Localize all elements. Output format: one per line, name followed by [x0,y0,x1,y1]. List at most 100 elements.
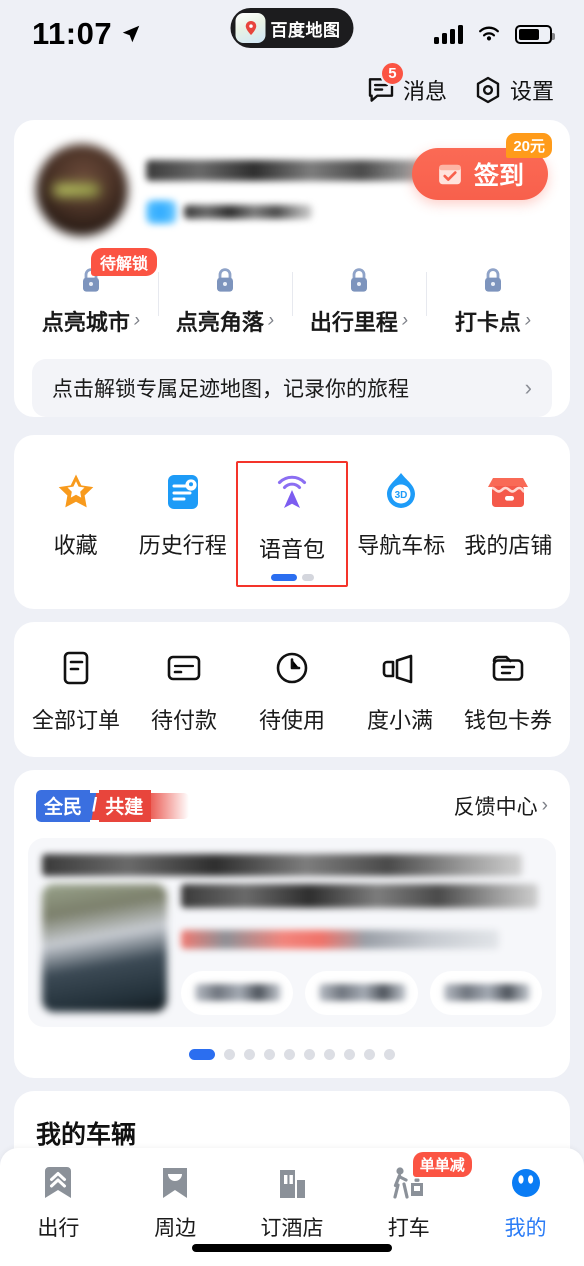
stat-label: 打卡点 › [455,305,531,337]
chevron-right-icon: › [267,310,275,331]
orders-card: 全部订单 待付款 待使用 度小满 钱包卡券 [14,622,570,757]
promo-subtitle-redacted [181,930,499,949]
profile-card: 签到 20元 待解锁 点亮城市 › 点亮角落 › 出行里程 › 打卡点 › 点击… [14,120,570,417]
hotel-icon [270,1162,314,1206]
signin-label: 签到 [473,162,524,190]
promo-pill[interactable] [429,971,542,1015]
shop-icon [485,469,531,515]
promo-headline-redacted [42,854,522,876]
tab-label: 我的 [504,1217,547,1240]
order-label: 待付款 [150,708,217,733]
travel-icon [36,1162,80,1206]
user-name-redacted [146,160,446,181]
battery-icon [515,24,555,44]
promo-header: 全民 / 共建 反馈中心 › [14,770,570,826]
dynamic-island[interactable]: 百度地图 [230,8,354,48]
gear-icon [476,76,500,104]
baidu-map-app-icon [235,13,266,43]
promo-thumbnail [42,884,167,1012]
tab-label: 打车 [387,1217,430,1240]
settings-button[interactable]: 设置 [473,74,554,106]
nearby-icon [153,1162,197,1206]
tab-hotel[interactable]: 订酒店 [234,1162,351,1242]
stat-item-checkin-points[interactable]: 打卡点 › [426,266,560,337]
order-label: 度小满 [366,708,433,733]
carousel-dots[interactable] [14,1033,570,1078]
feature-label: 我的店铺 [464,533,553,558]
promo-text-block [181,884,542,1015]
dynamic-island-label: 百度地图 [270,20,341,40]
order-label: 待使用 [258,708,325,733]
tab-taxi-badge: 单单减 [412,1152,472,1177]
order-item-unused[interactable]: 待使用 [238,646,346,735]
promo-tag: 全民 / 共建 [36,790,190,822]
feature-card: 收藏 历史行程 语音包 3D 导航车标 我的店铺 [14,435,570,609]
feature-item-history-route[interactable]: 历史行程 [129,461,236,587]
stat-label: 点亮角落 › [176,305,274,337]
promo-title-redacted [181,884,539,908]
svg-text:3D: 3D [395,490,408,501]
order-item-unpaid[interactable]: 待付款 [130,646,238,735]
promo-pill[interactable] [305,971,418,1015]
stat-item-light-corner[interactable]: 点亮角落 › [158,266,292,337]
stat-item-mileage[interactable]: 出行里程 › [292,266,426,337]
profile-face-icon [504,1162,548,1206]
promo-pill[interactable] [181,971,294,1015]
profile-subtitle-row [146,200,548,224]
stat-item-light-city[interactable]: 待解锁 点亮城市 › [24,248,158,337]
tab-label: 订酒店 [260,1217,324,1240]
footprint-map-banner[interactable]: 点击解锁专属足迹地图，记录你的旅程 › [32,359,552,417]
order-item-wallet[interactable]: 钱包卡券 [454,646,562,735]
order-item-all[interactable]: 全部订单 [22,646,130,735]
3d-car-marker-icon: 3D [378,469,424,515]
promo-body[interactable] [28,838,556,1027]
chevron-right-icon: › [133,310,141,331]
promo-card: 全民 / 共建 反馈中心 › [14,770,570,1078]
feature-mini-dots [270,574,314,581]
chevron-right-icon: › [524,375,532,400]
tab-profile[interactable]: 我的 [467,1162,584,1242]
feature-label: 导航车标 [357,533,446,558]
messages-button[interactable]: 消息 5 [366,61,447,106]
tab-taxi[interactable]: 单单减 打车 [350,1152,472,1242]
stat-text: 打卡点 [454,310,521,335]
feature-label: 历史行程 [138,533,227,558]
location-arrow-icon [122,25,140,43]
wallet-coupon-icon [486,646,530,690]
wifi-icon [479,26,499,41]
tab-nearby[interactable]: 周边 [117,1162,234,1242]
signin-reward-badge: 20元 [506,133,552,158]
tab-travel[interactable]: 出行 [0,1162,117,1242]
feedback-center-label: 反馈中心 [453,796,538,819]
feature-grid: 收藏 历史行程 语音包 3D 导航车标 我的店铺 [14,435,570,609]
orders-grid: 全部订单 待付款 待使用 度小满 钱包卡券 [14,622,570,757]
lock-icon [351,268,367,292]
feature-item-voice-pack[interactable]: 语音包 [236,461,348,587]
order-item-duxiaoman[interactable]: 度小满 [346,646,454,735]
stat-text: 出行里程 [309,310,398,335]
promo-content-row [42,884,542,1015]
avatar[interactable] [36,144,128,236]
feature-label: 语音包 [259,537,326,562]
lock-icon [217,268,233,292]
feature-item-favorites[interactable]: 收藏 [22,461,129,587]
header-actions: 消息 5 设置 [0,61,584,120]
level-badge-redacted [146,200,177,224]
feature-item-car-marker[interactable]: 3D 导航车标 [348,461,455,587]
footprint-banner-text: 点击解锁专属足迹地图，记录你的旅程 [52,378,409,401]
tab-label: 周边 [154,1217,197,1240]
feedback-center-link[interactable]: 反馈中心 › [454,791,548,821]
duxiaoman-icon [378,646,422,690]
stat-label: 出行里程 › [310,305,408,337]
status-bar-left: 11:07 [32,16,142,52]
credit-card-icon [162,646,206,690]
feature-item-my-shop[interactable]: 我的店铺 [455,461,562,587]
cellular-signal-icon [434,24,463,44]
signin-button[interactable]: 签到 20元 [411,133,552,200]
chevron-right-icon: › [541,795,548,816]
bottom-tab-bar: 出行 周边 订酒店 单单减 打车 我的 [0,1148,584,1266]
promo-tag-fade [151,793,190,819]
unlock-badge: 待解锁 [91,248,158,276]
vehicle-section-title: 我的车辆 [36,1121,137,1149]
promo-tag-left: 全民 [36,790,91,822]
